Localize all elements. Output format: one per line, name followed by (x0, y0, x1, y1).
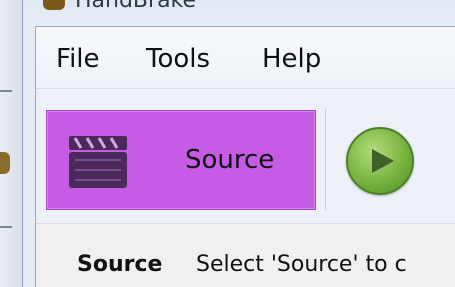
menu-tools[interactable]: Tools (146, 43, 210, 75)
desktop-background (0, 0, 22, 287)
title-bar: HandBrake (23, 0, 455, 26)
source-button[interactable]: Source (46, 110, 316, 210)
client-area: File Tools Help Source Source Select 'So… (35, 26, 455, 287)
toolbar: Source (36, 89, 455, 223)
menu-bar: File Tools Help (36, 27, 455, 89)
menu-file[interactable]: File (56, 43, 100, 75)
play-icon (372, 149, 394, 173)
status-row: Source Select 'Source' to c (36, 223, 455, 287)
source-status-label: Source (77, 252, 163, 277)
desktop-icon (0, 152, 10, 174)
app-window: HandBrake File Tools Help Source Source … (22, 0, 455, 287)
menu-help[interactable]: Help (262, 43, 321, 75)
desktop-mark (0, 90, 12, 92)
start-button[interactable] (346, 127, 414, 195)
app-icon (43, 0, 65, 10)
source-status-text: Select 'Source' to c (196, 252, 407, 277)
window-title: HandBrake (75, 0, 197, 13)
desktop-mark (0, 226, 12, 228)
clapperboard-icon (69, 136, 127, 188)
toolbar-separator (325, 109, 326, 210)
source-button-label: Source (185, 145, 275, 175)
screen: HandBrake File Tools Help Source Source … (0, 0, 455, 287)
